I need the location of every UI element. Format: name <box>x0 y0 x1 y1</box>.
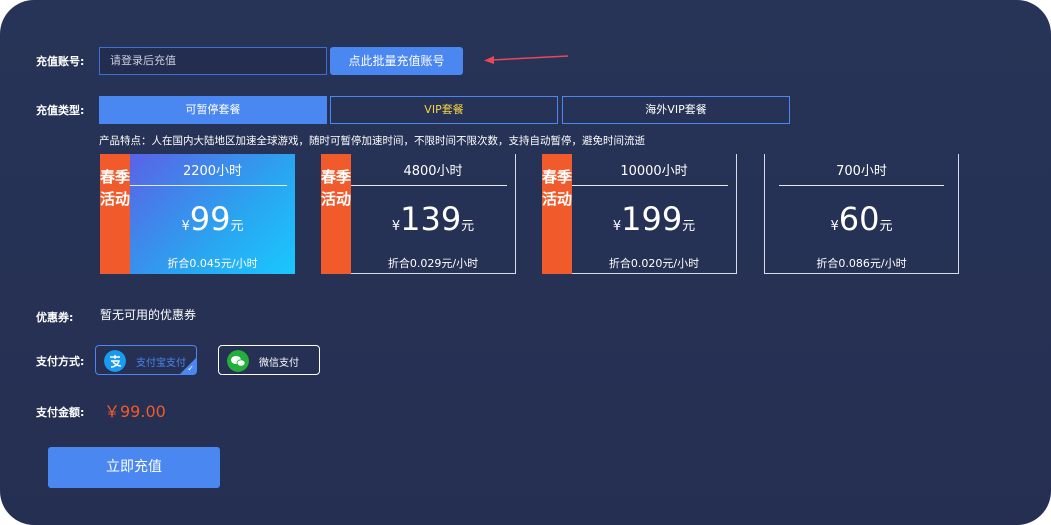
alipay-label: 支付宝支付 <box>136 358 186 369</box>
arrow-pointer-icon <box>484 55 569 64</box>
package-body: 700小时 ¥60元 折合0.086元/小时 <box>764 154 959 274</box>
package-card-2200[interactable]: 春季活动 2200小时 ¥99元 折合0.045元/小时 <box>100 154 295 274</box>
divider <box>351 185 507 186</box>
price-value: 99 <box>189 200 231 238</box>
payment-label: 支付方式: <box>36 355 85 368</box>
package-rate: 折合0.086元/小时 <box>816 257 907 270</box>
package-body: 2200小时 ¥99元 折合0.045元/小时 <box>130 154 295 274</box>
divider <box>572 185 728 186</box>
package-body: 4800小时 ¥139元 折合0.029元/小时 <box>351 154 516 274</box>
package-hours: 4800小时 <box>403 164 463 179</box>
divider <box>130 185 287 186</box>
wechat-icon <box>227 350 249 372</box>
recharge-now-button[interactable]: 立即充值 <box>48 447 220 488</box>
currency-symbol: ¥ <box>830 219 839 234</box>
package-hours: 700小时 <box>836 164 887 179</box>
tab-vip-package[interactable]: VIP套餐 <box>330 96 558 124</box>
divider <box>779 185 944 186</box>
alipay-option[interactable]: 支付宝支付 ✓ <box>95 345 197 375</box>
price-value: 139 <box>400 200 462 238</box>
package-hours: 10000小时 <box>620 164 688 179</box>
account-label: 充值账号: <box>36 55 85 68</box>
package-body: 10000小时 ¥199元 折合0.020元/小时 <box>572 154 737 274</box>
tab-overseas-vip-package[interactable]: 海外VIP套餐 <box>562 96 790 124</box>
price-value: 199 <box>621 200 683 238</box>
check-icon: ✓ <box>187 364 194 373</box>
price-value: 60 <box>838 200 880 238</box>
coupon-label: 优惠券: <box>36 311 74 324</box>
package-card-700[interactable]: 700小时 ¥60元 折合0.086元/小时 <box>764 154 959 274</box>
tab-pausable-package[interactable]: 可暂停套餐 <box>99 96 327 124</box>
amount-value: ￥99.00 <box>104 402 166 421</box>
package-hours: 2200小时 <box>182 164 243 179</box>
package-card-4800[interactable]: 春季活动 4800小时 ¥139元 折合0.029元/小时 <box>321 154 516 274</box>
recharge-panel: 充值账号: 请登录后充值 点此批量充值账号 充值类型: 可暂停套餐 VIP套餐 … <box>0 0 1051 525</box>
currency-symbol: ¥ <box>612 219 622 234</box>
package-rate: 折合0.020元/小时 <box>608 257 700 270</box>
wechat-label: 微信支付 <box>259 358 299 369</box>
amount-label: 支付金额: <box>36 406 85 419</box>
currency-symbol: ¥ <box>391 219 401 234</box>
product-description: 产品特点：人在国内大陆地区加速全球游戏，随时可暂停加速时间，不限时间不限次数，支… <box>99 135 645 147</box>
package-price: ¥99元 <box>130 200 295 238</box>
package-rate: 折合0.029元/小时 <box>387 257 479 270</box>
promo-badge: 春季活动 <box>542 154 572 274</box>
alipay-icon <box>104 350 126 372</box>
package-price: ¥139元 <box>351 200 515 238</box>
price-unit: 元 <box>461 219 475 234</box>
price-unit: 元 <box>879 219 893 234</box>
package-price: ¥60元 <box>765 200 958 238</box>
promo-badge: 春季活动 <box>321 154 351 274</box>
coupon-value: 暂无可用的优惠券 <box>100 308 197 322</box>
type-label: 充值类型: <box>36 104 85 117</box>
package-price: ¥199元 <box>572 200 736 238</box>
wechat-option[interactable]: 微信支付 <box>218 345 320 375</box>
currency-symbol: ¥ <box>181 219 190 234</box>
batch-recharge-button[interactable]: 点此批量充值账号 <box>330 47 463 75</box>
price-unit: 元 <box>230 219 244 234</box>
account-input[interactable]: 请登录后充值 <box>99 47 327 75</box>
promo-badge: 春季活动 <box>100 154 130 274</box>
package-rate: 折合0.045元/小时 <box>167 257 258 270</box>
price-unit: 元 <box>682 219 696 234</box>
package-card-10000[interactable]: 春季活动 10000小时 ¥199元 折合0.020元/小时 <box>542 154 737 274</box>
